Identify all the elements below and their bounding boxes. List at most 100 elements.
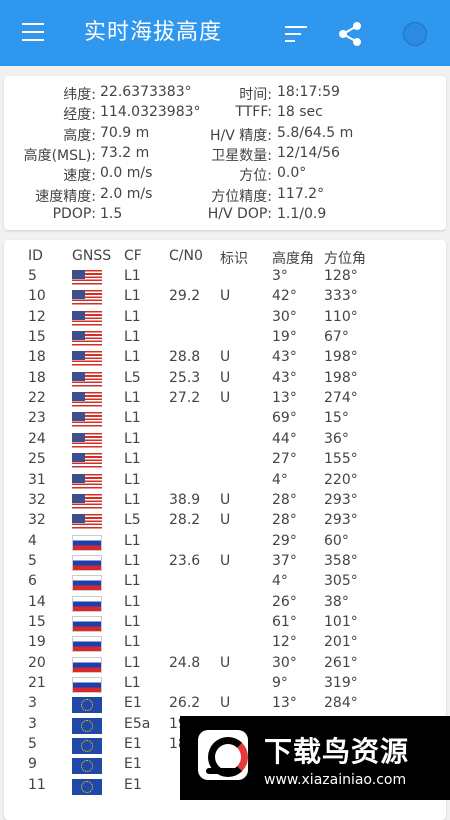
carrier-frequency: L1 <box>124 349 141 366</box>
menu-icon[interactable] <box>22 23 44 41</box>
eu-flag-icon <box>72 697 102 714</box>
app-bar: 实时海拔高度 <box>0 0 450 66</box>
elevation: 43° <box>272 369 297 386</box>
location-info-card: 纬度: 22.6373383° 时间: 18:17:59 经度: 114.0323983°… <box>4 76 446 230</box>
carrier-frequency: L1 <box>124 634 141 651</box>
table-row[interactable]: 24 L1 44° 36° <box>4 431 446 451</box>
elevation: 37° <box>272 552 297 569</box>
info-value: 12/14/56 <box>277 144 340 161</box>
column-header-cn0: C/N0 <box>169 248 203 264</box>
table-row[interactable]: 32 L5 28.2 U 28° 293° <box>4 512 446 532</box>
table-row[interactable]: 5 L1 23.6 U 37° 358° <box>4 553 446 573</box>
info-value: 1.1/0.9 <box>277 205 327 222</box>
satellite-id: 9 <box>28 756 37 773</box>
elevation: 9° <box>272 675 288 691</box>
azimuth: 128° <box>324 268 358 284</box>
carrier-frequency: L1 <box>124 532 141 549</box>
eu-flag-icon <box>72 717 102 734</box>
table-row[interactable]: 25 L1 27° 155° <box>4 451 446 471</box>
elevation: 28° <box>272 491 297 508</box>
carrier-frequency: L1 <box>124 471 141 488</box>
column-header-azimuth: 方位角 <box>324 251 366 267</box>
satellite-id: 11 <box>28 776 46 793</box>
carrier-frequency: L1 <box>124 268 141 284</box>
satellite-id: 10 <box>28 288 46 305</box>
us-flag-icon <box>72 453 102 470</box>
elevation: 4° <box>272 573 288 590</box>
satellite-id: 18 <box>28 349 46 366</box>
table-row[interactable]: 4 L1 29° 60° <box>4 533 446 553</box>
us-flag-icon <box>72 514 102 531</box>
table-row[interactable]: 14 L1 26° 38° <box>4 594 446 614</box>
table-row[interactable]: 21 L1 9° 319° <box>4 675 446 695</box>
elevation: 29° <box>272 532 297 549</box>
azimuth: 110° <box>324 308 358 325</box>
satellite-id: 31 <box>28 471 46 488</box>
table-row[interactable]: 15 L1 19° 67° <box>4 329 446 349</box>
carrier-frequency: L1 <box>124 654 141 671</box>
satellite-id: 19 <box>28 634 46 651</box>
table-row[interactable]: 6 L1 4° 305° <box>4 573 446 593</box>
signal-strength: 27.2 <box>169 390 201 407</box>
table-row[interactable]: 22 L1 27.2 U 13° 274° <box>4 390 446 410</box>
table-row[interactable]: 3 E1 26.2 U 13° 284° <box>4 695 446 715</box>
table-row[interactable]: 31 L1 4° 220° <box>4 472 446 492</box>
us-flag-icon <box>72 473 102 490</box>
table-row[interactable]: 23 L1 69° 15° <box>4 410 446 430</box>
azimuth: 261° <box>324 654 358 671</box>
table-row[interactable]: 19 L1 12° 201° <box>4 634 446 654</box>
table-row[interactable]: 15 L1 61° 101° <box>4 614 446 634</box>
table-row[interactable]: 12 L1 30° 110° <box>4 309 446 329</box>
elevation: 30° <box>272 654 297 671</box>
usage-flag: U <box>220 288 231 305</box>
azimuth: 198° <box>324 369 358 386</box>
info-value: 18:17:59 <box>277 84 340 100</box>
share-icon[interactable] <box>336 20 364 48</box>
azimuth: 293° <box>324 512 358 529</box>
azimuth: 36° <box>324 430 349 447</box>
info-value: 73.2 m <box>100 144 150 161</box>
table-row[interactable]: 18 L5 25.3 U 43° 198° <box>4 370 446 390</box>
usage-flag: U <box>220 695 231 712</box>
table-row[interactable]: 20 L1 24.8 U 30° 261° <box>4 655 446 675</box>
us-flag-icon <box>72 290 102 307</box>
satellite-id: 3 <box>28 695 37 712</box>
signal-strength: 29.2 <box>169 288 201 305</box>
satellite-id: 25 <box>28 451 46 468</box>
azimuth: 15° <box>324 410 349 427</box>
satellite-id: 5 <box>28 268 37 284</box>
status-indicator-button[interactable] <box>403 22 427 46</box>
satellite-id: 22 <box>28 390 46 407</box>
elevation: 28° <box>272 512 297 529</box>
elevation: 43° <box>272 349 297 366</box>
info-label: 卫星数量: <box>211 147 272 164</box>
table-row[interactable]: 5 L1 3° 128° <box>4 268 446 288</box>
elevation: 42° <box>272 288 297 305</box>
carrier-frequency: L1 <box>124 613 141 630</box>
eu-flag-icon <box>72 738 102 755</box>
usage-flag: U <box>220 491 231 508</box>
satellite-id: 12 <box>28 308 46 325</box>
azimuth: 333° <box>324 288 358 305</box>
signal-strength: 25.3 <box>169 369 201 386</box>
carrier-frequency: L1 <box>124 430 141 447</box>
us-flag-icon <box>72 331 102 348</box>
info-row: 经度: 114.0323983° TTFF: 18 sec <box>4 104 446 124</box>
carrier-frequency: L1 <box>124 410 141 427</box>
carrier-frequency: L1 <box>124 451 141 468</box>
carrier-frequency: E1 <box>124 776 142 793</box>
carrier-frequency: L5 <box>124 512 141 529</box>
table-row[interactable]: 32 L1 38.9 U 28° 293° <box>4 492 446 512</box>
elevation: 69° <box>272 410 297 427</box>
sort-icon[interactable] <box>285 26 307 42</box>
carrier-frequency: E1 <box>124 736 142 753</box>
info-value: 2.0 m/s <box>100 185 153 202</box>
table-row[interactable]: 18 L1 28.8 U 43° 198° <box>4 349 446 369</box>
table-row[interactable]: 10 L1 29.2 U 42° 333° <box>4 288 446 308</box>
satellite-id: 18 <box>28 369 46 386</box>
bird-logo-icon <box>198 730 248 780</box>
column-header-flags: 标识 <box>220 251 248 267</box>
info-value: 22.6373383° <box>100 84 192 100</box>
info-row: 纬度: 22.6373383° 时间: 18:17:59 <box>4 84 446 104</box>
elevation: 3° <box>272 268 288 284</box>
